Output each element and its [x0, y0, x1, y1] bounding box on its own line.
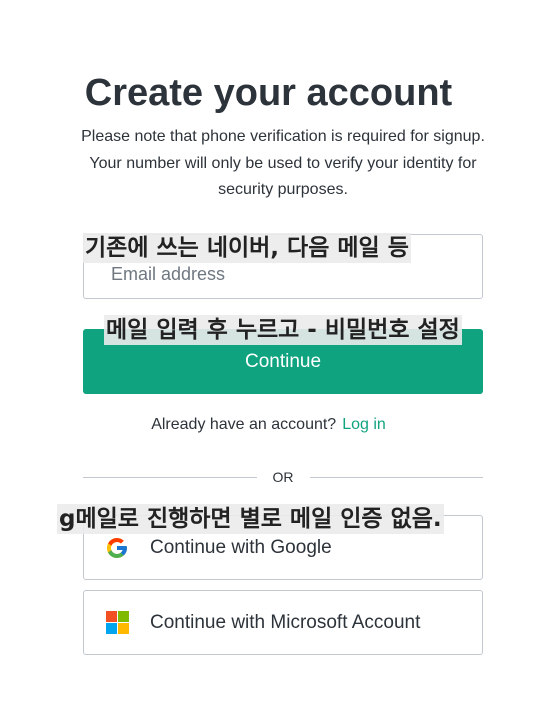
- page-title: Create your account: [84, 72, 453, 114]
- google-button-label: Continue with Google: [150, 536, 332, 558]
- annotation-set-password: 메일 입력 후 누르고 - 비밀번호 설정: [104, 315, 462, 345]
- microsoft-logo-icon: [105, 611, 129, 635]
- login-row: Already have an account? Log in: [0, 416, 537, 434]
- login-link[interactable]: Log in: [342, 416, 386, 433]
- divider-line-right: [309, 476, 483, 478]
- divider-line-left: [83, 476, 257, 478]
- divider-label: OR: [272, 469, 294, 485]
- signup-page: Create your account Please note that pho…: [0, 0, 537, 707]
- login-prompt: Already have an account?: [151, 416, 337, 433]
- phone-verification-notice: Please note that phone verification is r…: [81, 128, 485, 198]
- annotation-existing-email: 기존에 쓰는 네이버, 다음 메일 등: [83, 233, 411, 263]
- microsoft-button-label: Continue with Microsoft Account: [150, 611, 421, 633]
- google-logo-icon: [105, 536, 129, 560]
- or-divider: OR: [83, 467, 483, 487]
- annotation-gmail-no-verification: g메일로 진행하면 별로 메일 인증 없음.: [57, 504, 444, 534]
- continue-with-microsoft-button[interactable]: Continue with Microsoft Account: [83, 590, 483, 655]
